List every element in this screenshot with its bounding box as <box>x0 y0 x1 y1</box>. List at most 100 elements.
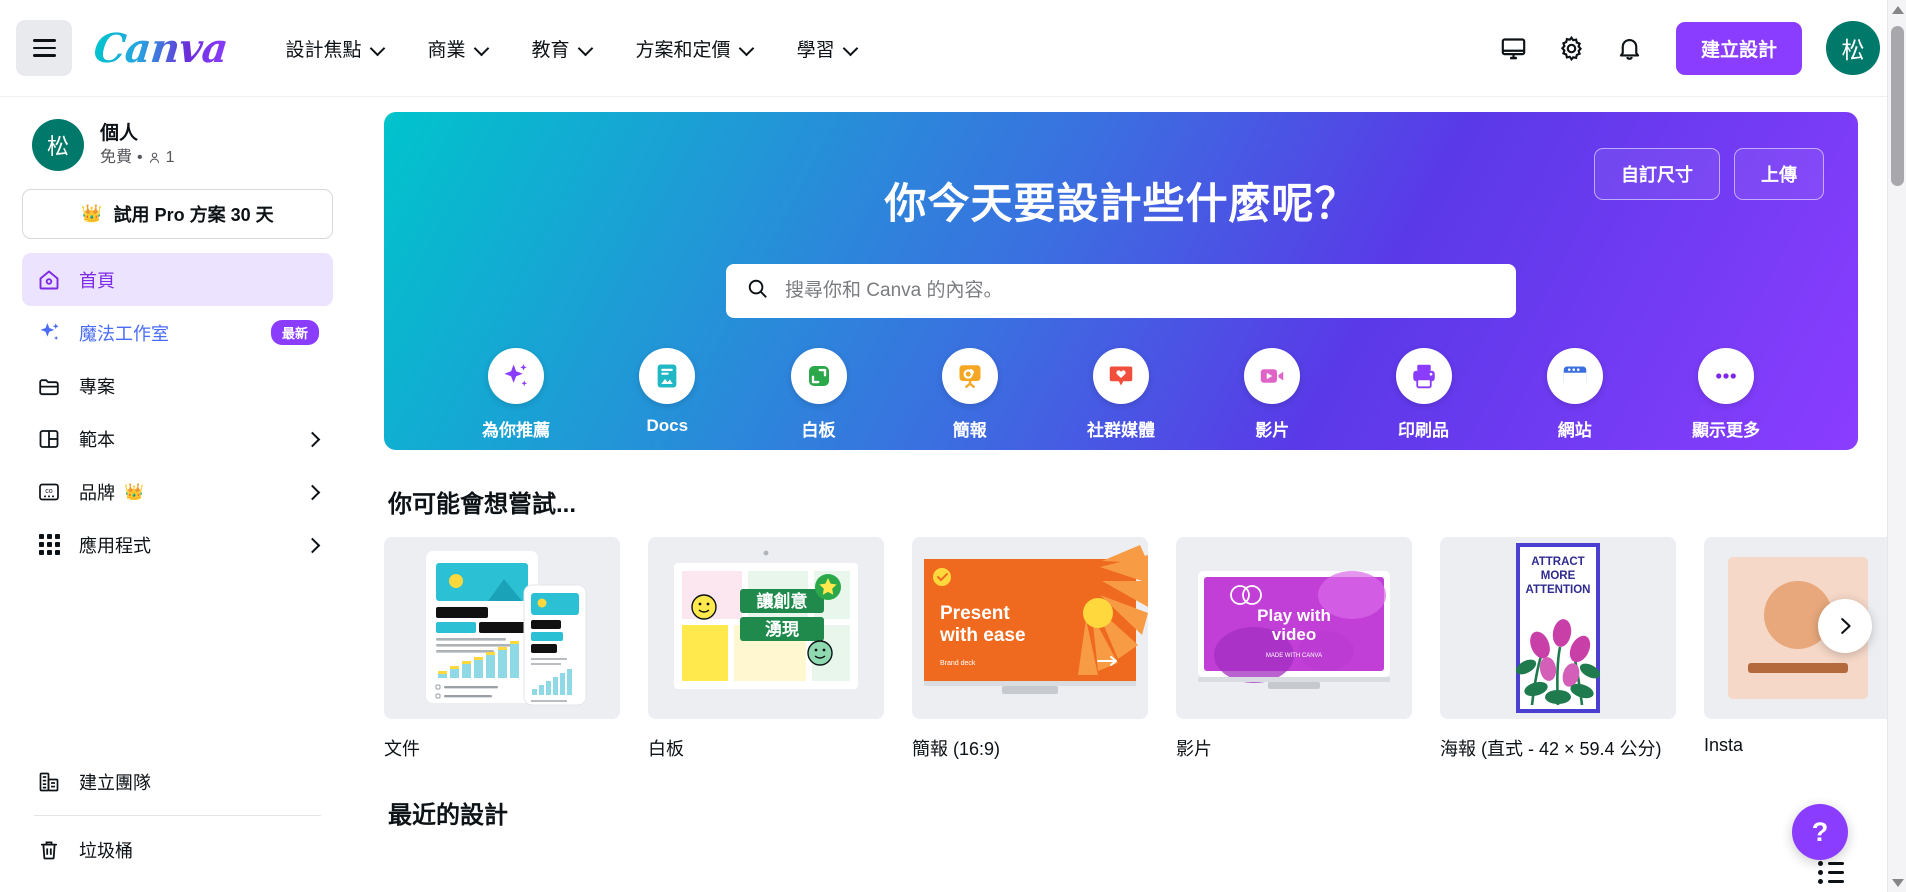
main-inner: 自訂尺寸 上傳 你今天要設計些什麼呢？ 搜尋你和 Canva 的內容。 為你推薦… <box>365 97 1906 892</box>
home-icon <box>36 267 62 293</box>
bell-icon[interactable] <box>1606 24 1654 72</box>
avatar: 松 <box>32 119 84 171</box>
chevron-right-icon <box>305 485 319 499</box>
svg-text:湧現: 湧現 <box>765 620 799 639</box>
chevron-down-icon <box>579 42 592 55</box>
nav-label: 方案和定價 <box>635 39 731 61</box>
category-label: 顯示更多 <box>1692 421 1760 440</box>
avatar[interactable]: 松 <box>1826 21 1880 75</box>
poster-template-thumb: ATTRACT MORE ATTENTION <box>1440 537 1676 719</box>
sidebar-item-trash[interactable]: 垃圾桶 <box>22 823 333 876</box>
trash-icon <box>36 837 62 863</box>
category-show-more[interactable]: 顯示更多 <box>1672 348 1780 441</box>
sidebar-item-create-team[interactable]: 建立團隊 <box>22 755 333 808</box>
category-whiteboard[interactable]: 白板 <box>765 348 873 441</box>
sidebar-item-label: 品牌 <box>79 482 115 503</box>
person-icon <box>149 152 159 163</box>
page-body: 松 個人 免費 • 1 👑 試用 Pro 方案 30 天 首頁 魔法工作室 最新… <box>0 97 1906 892</box>
sparkle-icon <box>488 348 544 404</box>
list-item[interactable]: Play with video MADE WITH CANVA 影片 <box>1176 537 1412 761</box>
custom-size-button[interactable]: 自訂尺寸 <box>1594 148 1720 200</box>
nav-label: 教育 <box>531 39 570 61</box>
scroll-down-arrow[interactable] <box>1888 873 1906 892</box>
sidebar-item-magic-studio[interactable]: 魔法工作室 最新 <box>22 306 333 359</box>
search-icon <box>746 277 769 305</box>
card-label: 文件 <box>384 739 420 759</box>
sidebar-item-label: 建立團隊 <box>79 772 151 793</box>
nav-item-learn[interactable]: 學習 <box>775 25 879 72</box>
sidebar-item-label: 應用程式 <box>79 535 151 556</box>
svg-text:讓創意: 讓創意 <box>757 591 808 611</box>
account-switcher[interactable]: 松 個人 免費 • 1 <box>22 97 333 189</box>
sidebar-item-apps[interactable]: 應用程式 <box>22 518 333 571</box>
account-info: 個人 免費 • 1 <box>100 121 175 169</box>
category-website[interactable]: 網站 <box>1521 348 1629 441</box>
printer-icon <box>1395 348 1452 404</box>
nav-label: 學習 <box>796 39 835 61</box>
account-plan-row: 免費 • 1 <box>100 147 175 169</box>
canva-homepage: Canva 設計焦點 商業 教育 方案和定價 學習 建立設計 松 松 個人 免費… <box>0 0 1906 892</box>
svg-text:ATTENTION: ATTENTION <box>1526 584 1591 596</box>
apps-grid-icon <box>36 532 62 558</box>
list-item[interactable]: ATTRACT MORE ATTENTION 海報 (直式 - 42 × 59.… <box>1440 537 1676 761</box>
status-badge: 最新 <box>270 320 319 345</box>
chevron-right-icon <box>305 432 319 446</box>
carousel-next-button[interactable] <box>1818 599 1872 653</box>
chevron-down-icon <box>475 42 488 55</box>
gear-icon[interactable] <box>1548 24 1596 72</box>
scrollbar-thumb[interactable] <box>1891 26 1904 186</box>
upload-button[interactable]: 上傳 <box>1734 148 1824 200</box>
more-dots-icon <box>1698 348 1754 404</box>
presentation-icon <box>941 348 998 404</box>
scroll-padding <box>384 830 1858 892</box>
display-monitor-icon[interactable] <box>1490 24 1538 72</box>
sidebar-item-projects[interactable]: 專案 <box>22 359 333 412</box>
separator-dot: • <box>137 148 143 166</box>
category-docs[interactable]: Docs <box>613 348 721 441</box>
svg-text:Brand deck: Brand deck <box>940 660 976 667</box>
nav-item-design-spotlight[interactable]: 設計焦點 <box>264 25 406 72</box>
sidebar-item-brand[interactable]: co 品牌 👑 <box>22 465 333 518</box>
category-presentation[interactable]: 簡報 <box>916 348 1024 441</box>
member-count: 1 <box>165 148 175 166</box>
scroll-up-arrow[interactable] <box>1888 0 1906 19</box>
canva-logo[interactable]: Canva <box>92 25 230 72</box>
page-scrollbar[interactable] <box>1887 0 1906 892</box>
category-video[interactable]: 影片 <box>1218 348 1326 441</box>
sidebar-item-home[interactable]: 首頁 <box>22 253 333 306</box>
category-label: 影片 <box>1255 421 1290 440</box>
list-item[interactable]: 文件 <box>384 537 620 761</box>
search-box[interactable] <box>726 264 1516 318</box>
hamburger-icon[interactable] <box>16 20 72 76</box>
nav-item-education[interactable]: 教育 <box>510 25 614 72</box>
nav-item-plans-pricing[interactable]: 方案和定價 <box>614 25 775 72</box>
svg-text:MORE: MORE <box>1541 570 1576 582</box>
folder-icon <box>36 373 62 399</box>
docs-template-thumb <box>384 537 620 719</box>
suggestions-title: 你可能會想嘗試... <box>388 491 577 518</box>
list-item[interactable]: Insta <box>1704 537 1906 761</box>
hero-actions: 自訂尺寸 上傳 <box>1594 148 1824 200</box>
search-wrap <box>418 264 1824 318</box>
list-item[interactable]: Present with ease Brand deck 簡報 (16:9) <box>912 537 1148 761</box>
help-button[interactable]: ? <box>1792 804 1848 860</box>
crown-icon: 👑 <box>124 483 144 501</box>
top-header: Canva 設計焦點 商業 教育 方案和定價 學習 建立設計 松 <box>0 0 1906 97</box>
category-for-you[interactable]: 為你推薦 <box>462 348 570 441</box>
account-plan: 免費 <box>100 148 133 166</box>
list-item[interactable]: 讓創意 湧現 白板 <box>648 537 884 761</box>
nav-label: 設計焦點 <box>285 39 362 61</box>
category-social-media[interactable]: 社群媒體 <box>1067 348 1175 441</box>
hero-banner: 自訂尺寸 上傳 你今天要設計些什麼呢？ 搜尋你和 Canva 的內容。 為你推薦… <box>384 112 1858 450</box>
brand-icon: co <box>36 479 62 505</box>
try-pro-button[interactable]: 👑 試用 Pro 方案 30 天 <box>22 189 333 239</box>
category-print[interactable]: 印刷品 <box>1370 348 1478 441</box>
sidebar-item-templates[interactable]: 範本 <box>22 412 333 465</box>
list-view-icon[interactable] <box>1818 861 1844 884</box>
social-heart-icon <box>1093 348 1149 404</box>
search-input[interactable] <box>785 280 1496 302</box>
create-design-button[interactable]: 建立設計 <box>1675 21 1802 75</box>
nav-item-business[interactable]: 商業 <box>406 25 510 72</box>
svg-text:ATTRACT: ATTRACT <box>1531 556 1584 568</box>
